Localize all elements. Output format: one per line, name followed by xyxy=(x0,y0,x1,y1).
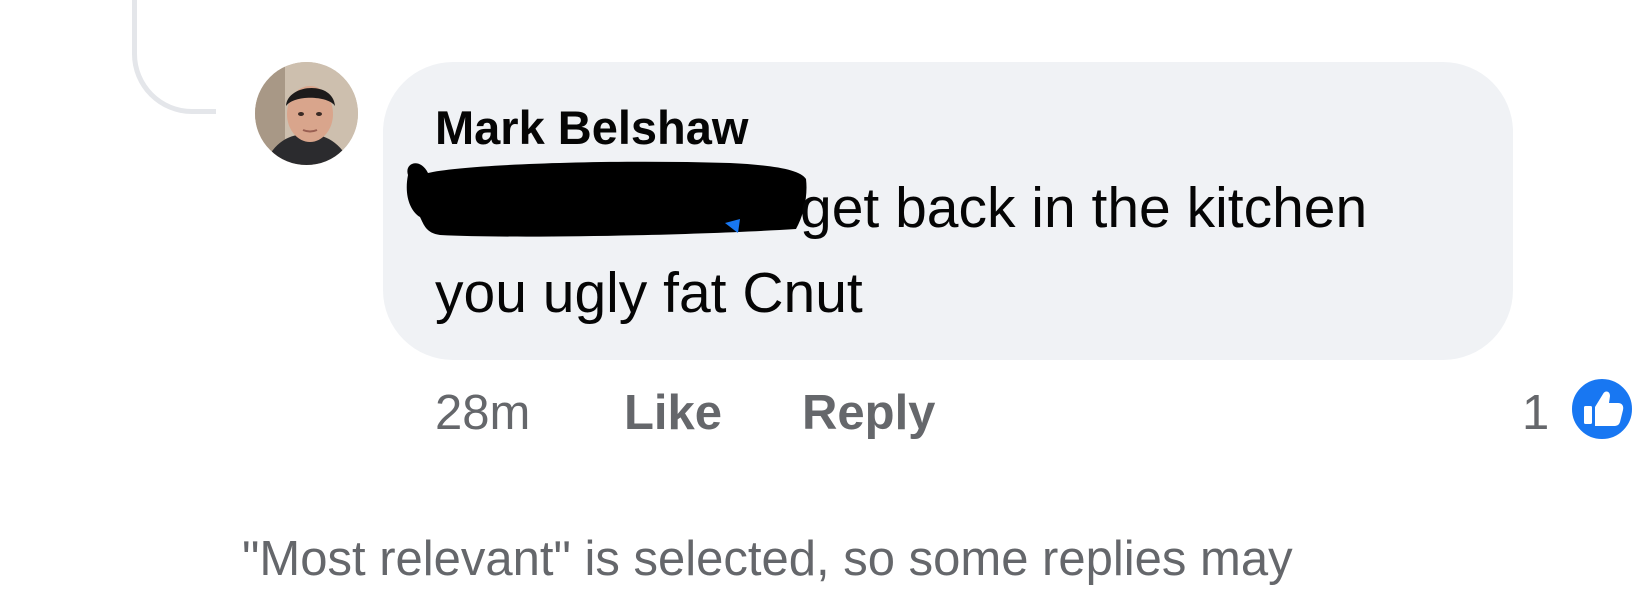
sort-notice-text: "Most relevant" is selected, so some rep… xyxy=(242,532,1293,586)
reaction-count[interactable]: 1 xyxy=(1522,383,1549,443)
thumbs-up-icon[interactable] xyxy=(1567,374,1637,444)
redaction-mark xyxy=(406,161,807,237)
thread-connector-line xyxy=(132,0,216,114)
comment-timestamp[interactable]: 28m xyxy=(435,383,530,443)
like-button[interactable]: Like xyxy=(624,383,722,443)
avatar[interactable] xyxy=(255,62,358,165)
avatar-photo xyxy=(255,62,358,165)
comment-text-line-2: you ugly fat Cnut xyxy=(435,261,863,325)
reply-button[interactable]: Reply xyxy=(802,383,935,443)
comment-author-name[interactable]: Mark Belshaw xyxy=(435,98,748,158)
comment-thread: Mark Belshaw get back in the kitchen you… xyxy=(0,0,1651,600)
comment-text-line-1: get back in the kitchen xyxy=(800,176,1368,240)
